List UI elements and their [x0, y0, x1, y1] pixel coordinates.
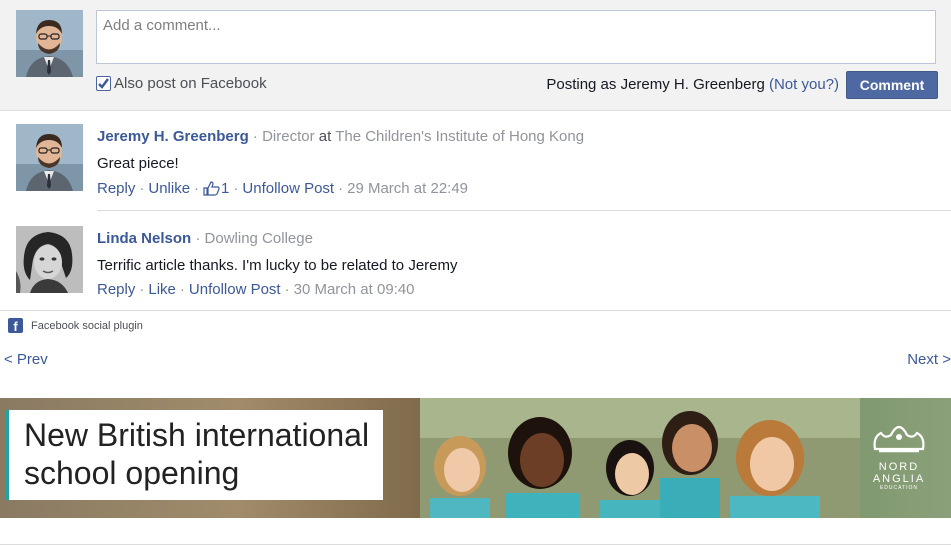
comment-button[interactable]: Comment [846, 71, 938, 99]
next-link[interactable]: Next > [907, 351, 951, 368]
nord-anglia-logo: NORD ANGLIA EDUCATION [859, 423, 939, 491]
commenter-name[interactable]: Linda Nelson [97, 230, 191, 247]
comment-text: Terrific article thanks. I'm lucky to be… [97, 257, 458, 274]
action-separator: · [233, 180, 239, 197]
commenter-name[interactable]: Jeremy H. Greenberg [97, 128, 249, 145]
meta-separator: · [195, 230, 201, 247]
crown-icon [859, 423, 939, 461]
comment-timestamp[interactable]: 29 March at 22:49 [347, 180, 468, 197]
prev-link[interactable]: < Prev [4, 351, 48, 368]
comment-text: Great piece! [97, 155, 179, 172]
reply-link[interactable]: Reply [97, 281, 135, 298]
banner-headline-line1: New British international [24, 417, 370, 453]
action-separator: · [139, 281, 145, 298]
logo-line1: NORD [878, 461, 920, 473]
comment-input[interactable]: Add a comment... [96, 10, 936, 64]
comment-header: Linda Nelson · Dowling College [97, 230, 313, 247]
commenter-avatar[interactable] [16, 226, 83, 293]
also-post-facebook[interactable]: Also post on Facebook [96, 75, 267, 92]
commenter-org[interactable]: The Children's Institute of Hong Kong [335, 128, 584, 145]
bottom-divider [0, 544, 951, 545]
checkbox-checked-icon[interactable] [96, 76, 111, 91]
posting-as: Posting as Jeremy H. Greenberg (Not you?… [546, 76, 839, 93]
commenter-avatar[interactable] [16, 124, 83, 191]
action-separator: · [179, 281, 185, 298]
reply-link[interactable]: Reply [97, 180, 135, 197]
comment-timestamp[interactable]: 30 March at 09:40 [294, 281, 415, 298]
comment-header: Jeremy H. Greenberg · Director at The Ch… [97, 128, 584, 145]
plugin-label: Facebook social plugin [31, 319, 143, 332]
thumbs-up-icon[interactable] [203, 181, 220, 196]
like-link[interactable]: Like [148, 281, 176, 298]
comment-actions: Reply · Like · Unfollow Post · 30 March … [97, 281, 415, 298]
compose-area: Add a comment... Also post on Facebook P… [0, 0, 951, 111]
meta-separator: · [252, 128, 258, 145]
ad-banner[interactable]: New British international school opening… [0, 398, 951, 518]
facebook-plugin-footer[interactable]: f Facebook social plugin [8, 318, 143, 333]
at-text: at [318, 128, 332, 145]
action-separator: · [139, 180, 145, 197]
comment-divider [97, 210, 951, 211]
banner-headline-line2: school opening [24, 454, 370, 492]
unfollow-post-link[interactable]: Unfollow Post [189, 281, 281, 298]
unlike-link[interactable]: Unlike [148, 180, 190, 197]
children-photo [420, 398, 860, 518]
commenter-org[interactable]: Dowling College [205, 230, 313, 247]
facebook-icon: f [8, 318, 23, 333]
logo-line3: EDUCATION [879, 485, 919, 491]
plugin-divider [0, 310, 951, 311]
commenter-role[interactable]: Director [262, 128, 315, 145]
current-user-avatar [16, 10, 83, 77]
action-separator: · [194, 180, 200, 197]
logo-line2: ANGLIA [872, 473, 926, 485]
not-you-link[interactable]: (Not you?) [769, 76, 839, 93]
action-separator: · [338, 180, 344, 197]
also-post-label: Also post on Facebook [114, 75, 267, 92]
posting-as-text: Posting as Jeremy H. Greenberg [546, 76, 765, 93]
unfollow-post-link[interactable]: Unfollow Post [242, 180, 334, 197]
banner-headline: New British international school opening [5, 410, 384, 500]
action-separator: · [284, 281, 290, 298]
comment-actions: Reply · Unlike · 1 · Unfollow Post · 29 … [97, 180, 468, 197]
likes-count[interactable]: 1 [221, 180, 229, 197]
